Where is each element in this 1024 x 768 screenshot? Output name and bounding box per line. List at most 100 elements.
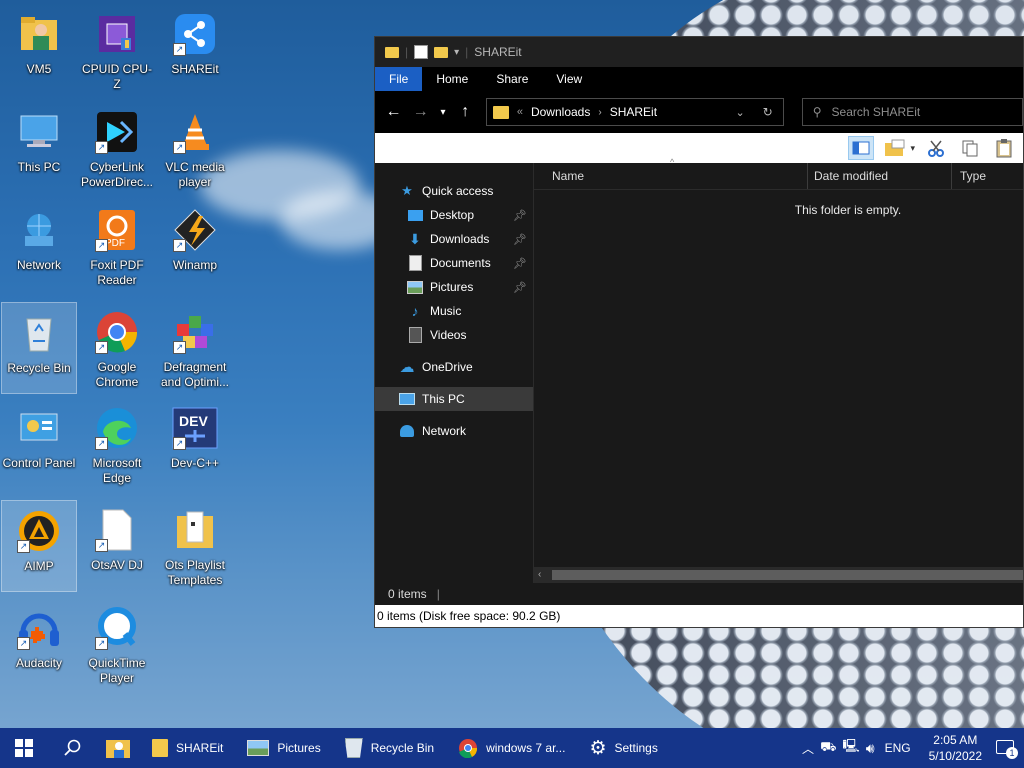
pin-icon[interactable]: 📌︎ [513, 209, 527, 222]
desktop-icon [407, 208, 423, 222]
explorer-content: ★ Quick access Desktop 📌︎ ⬇ Downloads 📌︎ Doc… [375, 157, 1023, 583]
ribbon-tabs: File Home Share View [375, 67, 1023, 91]
language-indicator[interactable]: ENG [881, 741, 915, 755]
breadcrumb-overflow[interactable]: « [517, 106, 523, 118]
desktop-icon-ots-playlist[interactable]: Ots Playlist Templates [157, 500, 233, 592]
nav-desktop[interactable]: Desktop 📌︎ [375, 203, 533, 227]
show-hidden-icons-chevron-icon[interactable]: ︿ [802, 740, 814, 757]
nav-quick-access[interactable]: ★ Quick access [375, 179, 533, 203]
address-bar[interactable]: « Downloads › SHAREit ⌄ ↻ [485, 98, 784, 126]
up-arrow-icon[interactable]: ↑ [455, 103, 476, 121]
tab-home[interactable]: Home [422, 67, 482, 91]
task-settings[interactable]: ⚙ Settings [577, 728, 669, 768]
explorer-window[interactable]: | ▾ | SHAREit File Home Share View ← → ▾… [374, 36, 1024, 628]
pin-icon[interactable]: 📌︎ [513, 257, 527, 270]
file-list-pane[interactable]: Name ^ Date modified Type This folder is… [534, 157, 1023, 583]
back-arrow-icon[interactable]: ← [383, 103, 404, 121]
tab-file[interactable]: File [375, 67, 423, 91]
scissors-icon [928, 140, 944, 157]
address-dropdown-icon[interactable]: ⌄ [735, 106, 744, 119]
document-icon [407, 255, 423, 271]
pin-icon[interactable]: 📌︎ [513, 233, 527, 246]
desktop-icon-recycle-bin[interactable]: Recycle Bin [1, 302, 77, 394]
horizontal-scrollbar[interactable]: ‹ [534, 567, 1023, 583]
notification-center-button[interactable]: 1 [996, 739, 1018, 759]
copy-button[interactable] [957, 136, 983, 160]
desktop-icon-audacity[interactable]: ↗ Audacity [1, 598, 77, 690]
desktop-icon-network[interactable]: Network [1, 200, 77, 292]
desktop-icon-this-pc[interactable]: This PC [1, 102, 77, 194]
breadcrumb-shareit[interactable]: SHAREit [610, 105, 657, 119]
breadcrumb-downloads[interactable]: Downloads [531, 105, 590, 119]
new-folder-quick-icon[interactable] [434, 46, 449, 58]
desktop-icon-winamp[interactable]: ↗ Winamp [157, 200, 233, 292]
scrollbar-thumb[interactable] [552, 570, 1023, 580]
clock[interactable]: 2:05 AM 5/10/2022 [921, 732, 990, 764]
desktop-icon-quicktime[interactable]: ↗ QuickTime Player [79, 598, 155, 690]
desktop-icon-otsav[interactable]: ↗ OtsAV DJ [79, 500, 155, 592]
navigation-pane-button[interactable] [848, 136, 875, 160]
column-type[interactable]: Type [952, 163, 1022, 189]
desktop-icon-vm5[interactable]: VM5 [1, 4, 77, 96]
column-date-modified[interactable]: Date modified [808, 163, 952, 189]
tab-share[interactable]: Share [482, 67, 542, 91]
paste-button[interactable] [991, 136, 1017, 160]
nav-pictures[interactable]: Pictures 📌︎ [375, 275, 533, 299]
recycle-bin-icon [344, 738, 363, 758]
desktop-icon-cpuz[interactable]: CPUID CPU-Z [79, 4, 155, 96]
nav-documents[interactable]: Documents 📌︎ [375, 251, 533, 275]
column-name[interactable]: Name ^ [534, 157, 808, 189]
chevron-down-icon[interactable]: ▾ [910, 143, 915, 154]
pin-icon[interactable]: 📌︎ [513, 281, 527, 294]
nav-network[interactable]: Network [375, 419, 533, 443]
cut-button[interactable] [923, 136, 949, 160]
shortcut-arrow-icon: ↗ [173, 43, 186, 56]
tab-view[interactable]: View [542, 67, 596, 91]
search-box[interactable]: ⚲ Search SHAREit [801, 98, 1023, 126]
desktop-icon-chrome[interactable]: ↗ Google Chrome [79, 302, 155, 394]
desktop-icon-label: This PC [17, 160, 61, 174]
task-recycle-bin[interactable]: Recycle Bin [333, 728, 446, 768]
new-item-button[interactable] [882, 136, 908, 160]
task-shareit[interactable]: SHAREit [140, 728, 235, 768]
desktop-icon-label: Foxit PDF Reader [90, 258, 144, 287]
pictures-icon [407, 280, 423, 294]
title-bar[interactable]: | ▾ | SHAREit [375, 37, 1023, 67]
task-chrome[interactable]: windows 7 ar... [446, 728, 577, 768]
shortcut-arrow-icon: ↗ [95, 437, 108, 450]
recent-locations-chevron-icon[interactable]: ▾ [437, 107, 449, 118]
scroll-left-arrow-icon[interactable]: ‹ [538, 567, 541, 583]
nav-videos[interactable]: Videos [375, 323, 533, 347]
desktop-icon-shareit[interactable]: ↗ SHAREit [157, 4, 233, 96]
cpuz-icon [99, 16, 135, 52]
search-button[interactable] [48, 728, 96, 768]
volume-icon[interactable]: 🔊︎ [866, 740, 875, 757]
task-pictures[interactable]: Pictures [235, 728, 332, 768]
chevron-down-icon[interactable]: ▾ [454, 47, 459, 58]
network-offline-icon[interactable]: ⛟ [820, 739, 836, 757]
desktop-icon-label: Control Panel [2, 456, 76, 470]
pinned-app-button[interactable] [96, 728, 140, 768]
start-button[interactable] [0, 728, 48, 768]
folder-user-icon [21, 17, 57, 50]
desktop-icon-defragment[interactable]: ↗ Defragment and Optimi... [157, 302, 233, 394]
item-count: 0 items [388, 587, 427, 601]
nav-this-pc[interactable]: This PC [375, 387, 533, 411]
network-icon[interactable]: 🖳︎ [842, 737, 859, 759]
desktop-icon-cyberlink[interactable]: ↗ CyberLink PowerDirec... [79, 102, 155, 194]
desktop-icon-aimp[interactable]: ↗ AIMP [1, 500, 77, 592]
desktop-icon-devcpp[interactable]: DEV ↗ Dev-C++ [157, 398, 233, 490]
column-headers: Name ^ Date modified Type [534, 157, 1023, 190]
nav-downloads[interactable]: ⬇ Downloads 📌︎ [375, 227, 533, 251]
desktop-icon-edge[interactable]: ↗ Microsoft Edge [79, 398, 155, 490]
desktop-icon-vlc[interactable]: ↗ VLC media player [157, 102, 233, 194]
nav-music[interactable]: ♪ Music [375, 299, 533, 323]
nav-onedrive[interactable]: ☁ OneDrive [375, 355, 533, 379]
refresh-icon[interactable]: ↻ [753, 105, 783, 119]
desktop-icon-foxit[interactable]: PDF ↗ Foxit PDF Reader [79, 200, 155, 292]
forward-arrow-icon[interactable]: → [410, 103, 431, 121]
search-input[interactable]: Search SHAREit [832, 105, 921, 119]
properties-quick-icon[interactable] [414, 45, 429, 59]
desktop-icon-control-panel[interactable]: Control Panel [1, 398, 77, 490]
sort-chevron-icon: ^ [670, 157, 675, 167]
